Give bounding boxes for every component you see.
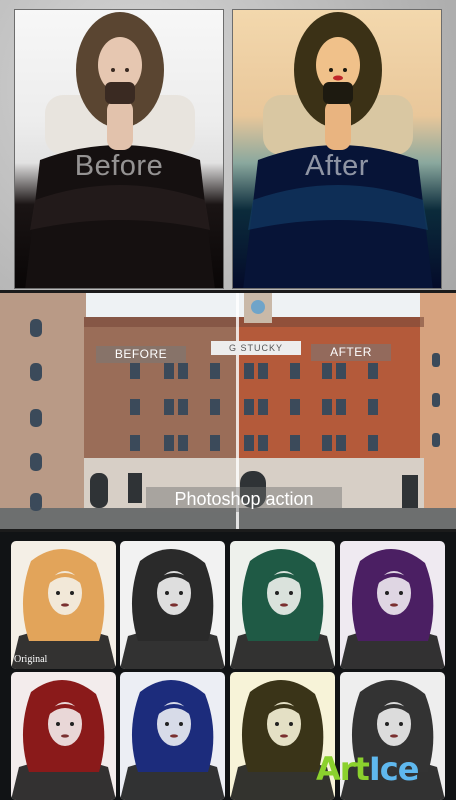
artice-watermark-logo: ArtIce — [316, 750, 420, 788]
variant-tile-1 — [11, 541, 116, 669]
building-before-tag: BEFORE — [96, 346, 186, 363]
variant-tile-4 — [340, 541, 445, 669]
before-portrait-photo: Before — [14, 9, 224, 289]
photoshop-action-caption: Photoshop action — [146, 487, 342, 512]
variant-tile-2 — [120, 541, 225, 669]
variant-tile-6 — [120, 672, 225, 800]
before-after-portrait-section: Before After — [0, 0, 456, 290]
building-after-tag: AFTER — [311, 344, 391, 361]
after-portrait-photo: After — [232, 9, 442, 289]
before-label: Before — [74, 150, 164, 182]
variant-tile-3 — [230, 541, 335, 669]
building-before-after-section: BEFORE G STUCKY AFTER Photoshop action — [0, 293, 456, 529]
original-label: Original — [14, 654, 48, 665]
variant-tile-5 — [11, 672, 116, 800]
watermark-part-2: Ice — [368, 750, 420, 788]
watermark-part-1: Art — [316, 750, 370, 788]
building-sign: G STUCKY — [211, 341, 301, 355]
after-label: After — [305, 150, 369, 182]
